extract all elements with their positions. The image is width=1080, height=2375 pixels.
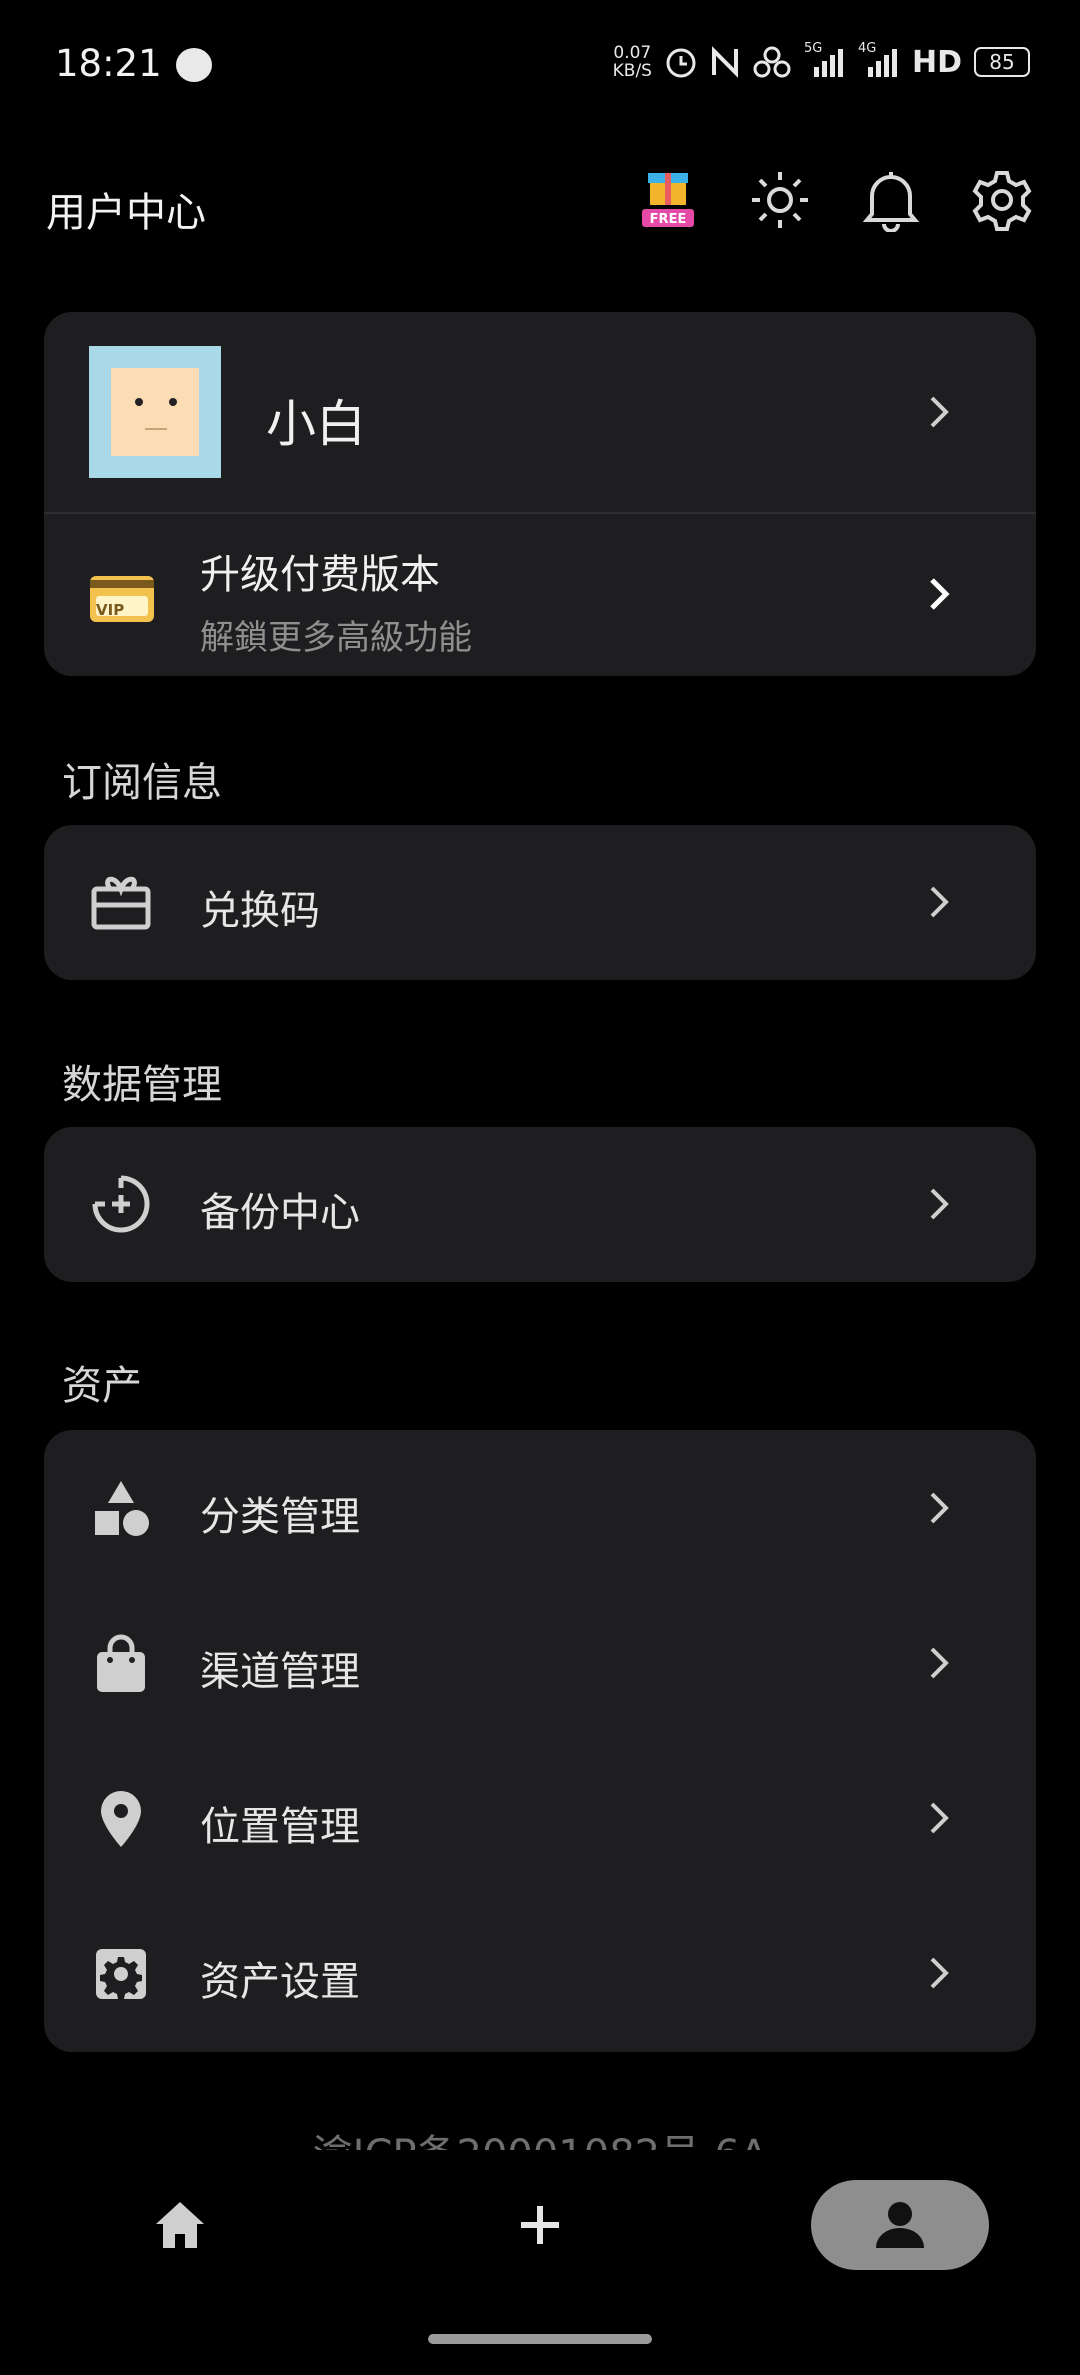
home-icon: [156, 2202, 204, 2248]
backup-center-row[interactable]: 备份中心: [44, 1127, 1036, 1282]
hotspot-icon: [753, 46, 791, 78]
avatar-face: [111, 368, 199, 456]
free-gift-button[interactable]: FREE: [633, 165, 703, 235]
chevron-right-icon: [930, 1188, 949, 1220]
redeem-code-row[interactable]: 兑换码: [44, 825, 1036, 980]
page-title: 用户中心: [46, 190, 206, 236]
status-icons: 0.07 KB/S 5G 4G HD 85: [613, 41, 1030, 80]
chevron-right-icon: [930, 886, 949, 918]
category-management-row[interactable]: 分类管理: [44, 1430, 1036, 1585]
network-speed-value: 0.07: [613, 43, 652, 63]
user-icon: [876, 2202, 924, 2248]
channel-management-row[interactable]: 渠道管理: [44, 1585, 1036, 1740]
free-badge-label: FREE: [649, 212, 687, 227]
chevron-right-icon: [930, 1802, 949, 1834]
notifications-button[interactable]: [856, 165, 926, 235]
location-management-label: 位置管理: [200, 1804, 360, 1850]
alarm-icon: [666, 48, 696, 78]
nav-add-button[interactable]: [490, 2180, 590, 2270]
shopping-bag-icon: [88, 1631, 154, 1697]
sun-icon: [752, 172, 808, 228]
chevron-right-icon: [930, 396, 949, 428]
nav-home-button[interactable]: [130, 2180, 230, 2270]
location-management-row[interactable]: 位置管理: [44, 1740, 1036, 1895]
chevron-right-icon: [930, 1647, 949, 1679]
subscription-card: 兑换码: [44, 825, 1036, 980]
signal-5g-label: 5G: [803, 41, 823, 56]
nav-profile-button[interactable]: [811, 2180, 989, 2270]
backup-center-label: 备份中心: [200, 1190, 360, 1236]
upgrade-row[interactable]: VIP 升级付费版本 解鎖更多高級功能: [44, 514, 1036, 676]
settings-square-icon: [88, 1941, 154, 2007]
nfc-icon: [711, 46, 738, 78]
assets-card: 分类管理 渠道管理 位置管理 资产设置: [44, 1430, 1036, 2052]
section-title-assets: 资产: [62, 1363, 142, 1409]
settings-button[interactable]: [967, 165, 1037, 235]
status-time: 18:21: [55, 42, 162, 85]
home-indicator[interactable]: [428, 2334, 652, 2344]
message-bubble-icon: [176, 48, 212, 82]
category-management-label: 分类管理: [200, 1494, 360, 1540]
channel-management-label: 渠道管理: [200, 1649, 360, 1695]
category-shapes-icon: [88, 1476, 154, 1542]
redeem-code-label: 兑换码: [200, 888, 320, 934]
profile-row[interactable]: 小白: [44, 312, 1036, 512]
network-speed: 0.07 KB/S: [613, 44, 652, 80]
battery-icon: 85: [974, 47, 1030, 77]
profile-name: 小白: [266, 395, 366, 453]
asset-settings-row[interactable]: 资产设置: [44, 1895, 1036, 2050]
chevron-right-icon: [930, 1492, 949, 1524]
gear-icon: [972, 171, 1032, 231]
profile-card: 小白 VIP 升级付费版本 解鎖更多高級功能: [44, 312, 1036, 676]
chevron-right-icon: [930, 1957, 949, 1989]
section-title-data: 数据管理: [62, 1062, 222, 1108]
section-title-subscription: 订阅信息: [62, 760, 222, 806]
signal-4g-label: 4G: [857, 41, 877, 56]
data-card: 备份中心: [44, 1127, 1036, 1282]
chevron-right-icon: [930, 578, 950, 610]
gift-card-icon: [88, 869, 154, 935]
upgrade-title: 升级付费版本: [200, 552, 440, 598]
theme-toggle-button[interactable]: [745, 165, 815, 235]
network-speed-unit: KB/S: [612, 61, 652, 81]
location-pin-icon: [88, 1786, 154, 1852]
status-bar: 18:21 0.07 KB/S 5G 4G HD 85: [0, 0, 1080, 130]
avatar: [89, 346, 221, 478]
plus-icon: [521, 2206, 559, 2244]
signal-5g-icon: 5G: [804, 41, 846, 79]
upgrade-subtitle: 解鎖更多高級功能: [200, 618, 472, 658]
backup-icon: [88, 1171, 154, 1237]
asset-settings-label: 资产设置: [200, 1959, 360, 2005]
hd-indicator: HD: [911, 44, 962, 80]
vip-badge-label: VIP: [96, 601, 125, 619]
bell-icon: [862, 172, 920, 232]
signal-4g-icon: 4G: [858, 41, 900, 79]
